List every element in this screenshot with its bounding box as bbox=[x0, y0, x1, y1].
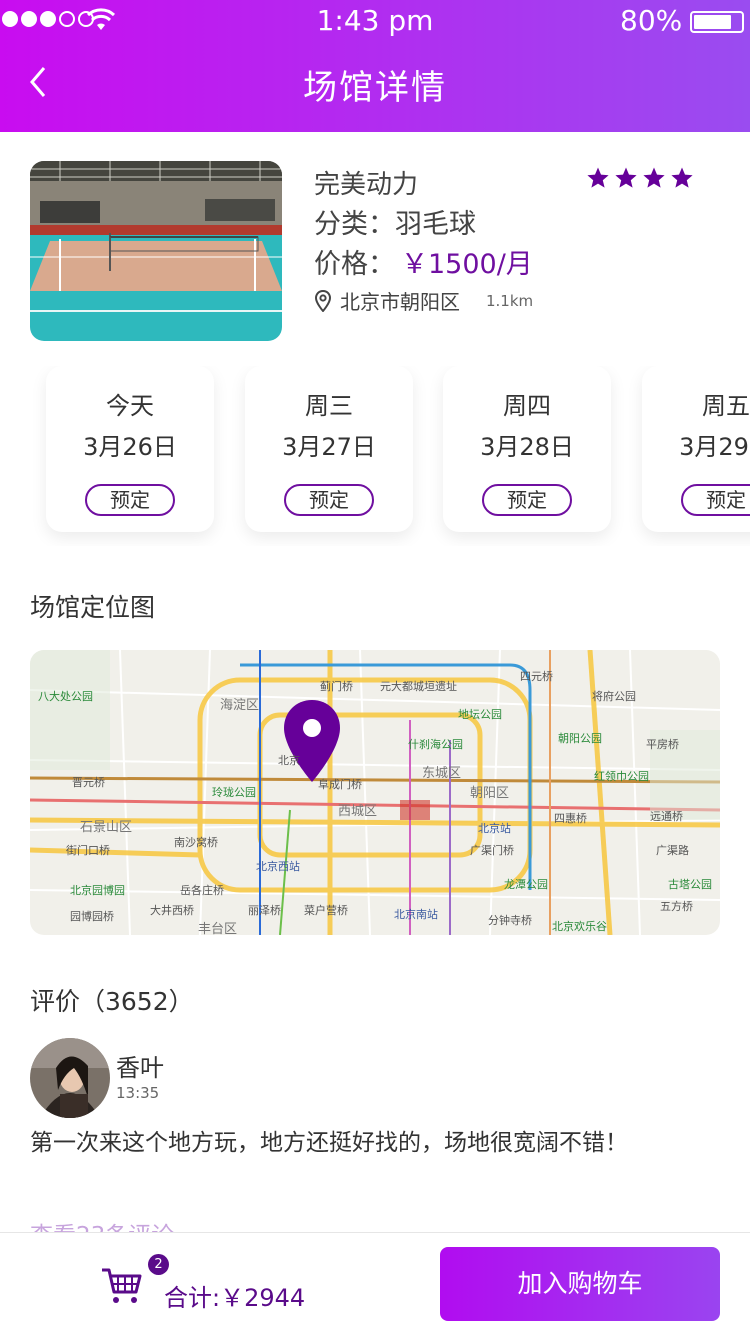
map-label: 五方桥 bbox=[660, 900, 693, 913]
venue-location: 北京市朝阳区 1.1km bbox=[314, 286, 533, 315]
book-button[interactable]: 预定 bbox=[482, 484, 572, 516]
map-section-title: 场馆定位图 bbox=[30, 593, 156, 622]
map-label: 什刹海公园 bbox=[408, 738, 463, 751]
status-bar: 1:43 pm 80% bbox=[0, 0, 750, 44]
star-icon bbox=[643, 167, 665, 188]
battery-percent: 80% bbox=[620, 4, 683, 37]
map-label: 四元桥 bbox=[520, 670, 553, 683]
map-label: 大井西桥 bbox=[150, 904, 194, 917]
day-date: 3月29日 bbox=[679, 433, 750, 461]
star-icon bbox=[671, 167, 693, 188]
map-label: 平房桥 bbox=[646, 738, 679, 751]
book-button[interactable]: 预定 bbox=[284, 484, 374, 516]
add-to-cart-button[interactable]: 加入购物车 bbox=[440, 1247, 720, 1321]
map-label: 北京 bbox=[278, 754, 300, 767]
map-label: 红领巾公园 bbox=[594, 770, 649, 783]
map-label: 远通桥 bbox=[650, 810, 683, 823]
day-weekday: 周四 bbox=[503, 392, 551, 420]
distance-text: 1.1km bbox=[486, 291, 534, 310]
map-label: 晋元桥 bbox=[72, 776, 105, 789]
map-label: 分钟寺桥 bbox=[488, 914, 532, 927]
map-label: 朝阳公园 bbox=[558, 732, 602, 745]
map-label: 元大都城垣遗址 bbox=[380, 680, 457, 693]
map-label: 园博园桥 bbox=[70, 910, 114, 923]
map-label: 将府公园 bbox=[592, 690, 636, 703]
day-date: 3月26日 bbox=[83, 433, 177, 461]
venue-category: 分类：羽毛球 bbox=[314, 209, 476, 240]
map-label: 北京站 bbox=[478, 822, 511, 835]
location-pin-icon bbox=[314, 289, 332, 312]
star-icon bbox=[615, 167, 637, 188]
rating-stars bbox=[586, 166, 694, 190]
total-price: 合计:￥2944 bbox=[164, 1284, 306, 1312]
venue-map[interactable]: 八大处公园 海淀区 蓟门桥 元大都城垣遗址 四元桥 将府公园 地坛公园 什刹海公… bbox=[30, 650, 720, 935]
book-button[interactable]: 预定 bbox=[681, 484, 750, 516]
header-bar: 1:43 pm 80% 场馆详情 bbox=[0, 0, 750, 132]
day-card[interactable]: 周三 3月27日 预定 bbox=[245, 366, 413, 532]
map-label: 北京南站 bbox=[394, 908, 438, 921]
map-label: 海淀区 bbox=[220, 698, 260, 713]
map-label: 街门口桥 bbox=[66, 844, 110, 857]
map-label: 石景山区 bbox=[80, 820, 133, 835]
map-label: 丰台区 bbox=[198, 922, 238, 935]
day-date: 3月27日 bbox=[282, 433, 376, 461]
day-card[interactable]: 周五 3月29日 预定 bbox=[642, 366, 750, 532]
day-selector: 今天 3月26日 预定 周三 3月27日 预定 周四 3月28日 预定 周五 3… bbox=[0, 366, 750, 546]
day-card[interactable]: 今天 3月26日 预定 bbox=[46, 366, 214, 532]
map-label: 蓟门桥 bbox=[320, 680, 353, 693]
review-text: 第一次来这个地方玩，地方还挺好找的，场地很宽阔不错！ bbox=[30, 1130, 628, 1156]
reviewer-name: 香叶 bbox=[116, 1054, 164, 1082]
star-icon bbox=[587, 167, 609, 188]
map-label: 朝阳区 bbox=[470, 786, 510, 801]
location-text: 北京市朝阳区 bbox=[340, 290, 460, 314]
battery-icon bbox=[690, 11, 744, 33]
day-card[interactable]: 周四 3月28日 预定 bbox=[443, 366, 611, 532]
book-button[interactable]: 预定 bbox=[85, 484, 175, 516]
map-label: 东城区 bbox=[422, 766, 462, 781]
map-label: 古塔公园 bbox=[668, 878, 712, 891]
map-label: 西城区 bbox=[338, 804, 378, 819]
map-label: 地坛公园 bbox=[458, 708, 502, 721]
venue-name: 完美动力 bbox=[314, 170, 419, 200]
price-label: 价格： bbox=[314, 249, 395, 280]
map-label: 丽泽桥 bbox=[248, 904, 281, 917]
map-label: 八大处公园 bbox=[38, 690, 93, 703]
day-weekday: 周三 bbox=[305, 392, 353, 420]
map-label: 南沙窝桥 bbox=[174, 836, 218, 849]
map-label: 北京园博园 bbox=[70, 884, 125, 897]
price-value: ￥1500/月 bbox=[401, 249, 533, 280]
cart-count-badge: 2 bbox=[148, 1254, 169, 1275]
avatar bbox=[30, 1038, 110, 1118]
venue-price: 价格： ￥1500/月 bbox=[314, 242, 533, 281]
map-label: 玲珑公园 bbox=[212, 786, 256, 799]
map-label: 广渠路 bbox=[656, 844, 689, 857]
day-date: 3月28日 bbox=[480, 433, 574, 461]
map-label: 龙潭公园 bbox=[504, 878, 548, 891]
map-label: 岳各庄桥 bbox=[180, 884, 224, 897]
day-weekday: 周五 bbox=[702, 392, 750, 420]
reviews-title: 评价（3652） bbox=[30, 987, 194, 1016]
map-label: 广渠门桥 bbox=[470, 844, 514, 857]
map-label: 四惠桥 bbox=[554, 812, 587, 825]
venue-photo bbox=[30, 161, 282, 341]
map-label: 菜户营桥 bbox=[304, 904, 348, 917]
review-time: 13:35 bbox=[116, 1084, 160, 1102]
shopping-cart-icon[interactable] bbox=[100, 1266, 144, 1306]
map-label: 北京西站 bbox=[256, 860, 300, 873]
map-label: 北京欢乐谷 bbox=[552, 920, 607, 933]
map-label: 阜成门桥 bbox=[318, 778, 362, 791]
page-title: 场馆详情 bbox=[303, 68, 447, 108]
day-weekday: 今天 bbox=[106, 392, 154, 420]
